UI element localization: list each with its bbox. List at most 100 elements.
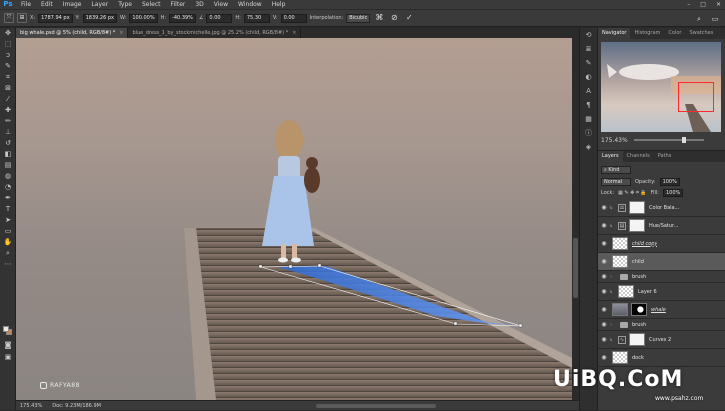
- search-icon[interactable]: ⌕: [693, 13, 705, 25]
- quick-select-tool-icon[interactable]: ✎: [1, 61, 15, 72]
- workspace-icon[interactable]: ▭: [709, 13, 721, 25]
- layer-kind-filter[interactable]: ⌕ Kind: [601, 166, 631, 174]
- tab-color[interactable]: Color: [664, 28, 685, 39]
- navigator-thumbnail[interactable]: [601, 42, 721, 132]
- height-field[interactable]: -40.39%: [169, 13, 196, 23]
- tab-navigator[interactable]: Navigator: [598, 28, 631, 39]
- eraser-tool-icon[interactable]: ◧: [1, 149, 15, 160]
- hand-tool-icon[interactable]: ✋: [1, 237, 15, 248]
- character-icon[interactable]: A: [580, 84, 597, 98]
- interpolation-select[interactable]: Bicubic: [346, 13, 371, 23]
- dodge-tool-icon[interactable]: ◔: [1, 182, 15, 193]
- vskew-field[interactable]: 0.00: [280, 13, 307, 23]
- crop-tool-icon[interactable]: ⌗: [1, 72, 15, 83]
- layer-row[interactable]: ◉ ↳ ∿ Curves 2: [598, 331, 725, 349]
- layer-thumbnail[interactable]: [612, 351, 628, 364]
- menu-window[interactable]: Window: [233, 0, 267, 9]
- warp-icon[interactable]: ⌘: [373, 12, 385, 24]
- lasso-tool-icon[interactable]: ↄ: [1, 50, 15, 61]
- menu-type[interactable]: Type: [113, 0, 137, 9]
- layer-thumbnail[interactable]: [612, 255, 628, 268]
- layer-group-row[interactable]: ◉ › brush: [598, 319, 725, 331]
- eyedropper-tool-icon[interactable]: ⁄: [1, 94, 15, 105]
- brush-settings-icon[interactable]: ✎: [580, 56, 597, 70]
- paragraph-icon[interactable]: ¶: [580, 98, 597, 112]
- history-icon[interactable]: ⟲: [580, 28, 597, 42]
- menu-image[interactable]: Image: [58, 0, 87, 9]
- chevron-right-icon[interactable]: ›: [610, 274, 616, 280]
- menu-view[interactable]: View: [209, 0, 233, 9]
- move-tool-icon[interactable]: ✥: [1, 28, 15, 39]
- x-field[interactable]: 1787.94 px: [38, 13, 73, 23]
- eye-icon[interactable]: ◉: [600, 336, 608, 343]
- cancel-icon[interactable]: ⊘: [388, 12, 400, 24]
- menu-help[interactable]: Help: [267, 0, 291, 9]
- eye-icon[interactable]: ◉: [600, 354, 608, 361]
- doc-tab-big-whale[interactable]: big whale.psd @ 5% (child, RGB/8#) * ×: [16, 28, 129, 38]
- reference-point-icon[interactable]: ⊞: [17, 13, 27, 23]
- commit-check-icon[interactable]: ✓: [403, 12, 415, 24]
- marquee-tool-icon[interactable]: ⬚: [1, 39, 15, 50]
- tab-histogram[interactable]: Histogram: [630, 28, 664, 39]
- layer-row[interactable]: ◉ child copy: [598, 235, 725, 253]
- horizontal-scroll-thumb[interactable]: [316, 404, 436, 408]
- navigator-zoom-value[interactable]: 175.43%: [601, 137, 628, 144]
- eye-icon[interactable]: ◉: [600, 204, 608, 211]
- layer-thumbnail[interactable]: [612, 303, 628, 316]
- document-canvas[interactable]: RAFYA88: [16, 38, 572, 400]
- minimize-button[interactable]: –: [687, 0, 690, 9]
- eye-icon[interactable]: ◉: [600, 321, 608, 328]
- vertical-scroll-thumb[interactable]: [573, 238, 578, 298]
- history-brush-tool-icon[interactable]: ↺: [1, 138, 15, 149]
- gradient-tool-icon[interactable]: ▤: [1, 160, 15, 171]
- pen-tool-icon[interactable]: ✒: [1, 193, 15, 204]
- opacity-field[interactable]: 100%: [659, 178, 680, 186]
- close-icon[interactable]: ×: [119, 28, 123, 38]
- layer-row[interactable]: ◉ ↳ Layer 6: [598, 283, 725, 301]
- close-icon[interactable]: ×: [292, 28, 296, 38]
- eye-icon[interactable]: ◉: [600, 258, 608, 265]
- adjustments-icon[interactable]: ◐: [580, 70, 597, 84]
- info-icon[interactable]: ⓘ: [580, 126, 597, 140]
- angle-field[interactable]: 0.00: [206, 13, 233, 23]
- properties-icon[interactable]: ≣: [580, 42, 597, 56]
- blur-tool-icon[interactable]: ◍: [1, 171, 15, 182]
- blend-mode-select[interactable]: Normal: [601, 178, 631, 186]
- tab-layers[interactable]: Layers: [598, 151, 623, 162]
- type-tool-icon[interactable]: T: [1, 204, 15, 215]
- layer-row[interactable]: ◉ whale: [598, 301, 725, 319]
- width-field[interactable]: 100.00%: [129, 13, 158, 23]
- more-tools-icon[interactable]: ⋯: [1, 259, 15, 270]
- eye-icon[interactable]: ◉: [600, 273, 608, 280]
- layer-row[interactable]: ◉ dock: [598, 349, 725, 367]
- libraries-icon[interactable]: ▦: [580, 112, 597, 126]
- layer-row[interactable]: ◉ ↳ ▤ Hue/Satur...: [598, 217, 725, 235]
- eye-icon[interactable]: ◉: [600, 222, 608, 229]
- layer-thumbnail[interactable]: [618, 285, 634, 298]
- layer-row[interactable]: ◉ child: [598, 253, 725, 271]
- navigator-view-box[interactable]: [678, 82, 714, 112]
- shape-tool-icon[interactable]: ▭: [1, 226, 15, 237]
- fill-field[interactable]: 100%: [662, 189, 684, 197]
- eye-icon[interactable]: ◉: [600, 240, 608, 247]
- clone-stamp-tool-icon[interactable]: ⊥: [1, 127, 15, 138]
- screen-mode-icon[interactable]: ▣: [1, 352, 15, 363]
- maximize-button[interactable]: □: [700, 0, 706, 9]
- menu-edit[interactable]: Edit: [36, 0, 58, 9]
- menu-3d[interactable]: 3D: [190, 0, 208, 9]
- eye-icon[interactable]: ◉: [600, 288, 608, 295]
- tab-channels[interactable]: Channels: [623, 151, 654, 162]
- path-select-tool-icon[interactable]: ➤: [1, 215, 15, 226]
- layer-mask-thumbnail[interactable]: [629, 219, 645, 232]
- tab-swatches[interactable]: Swatches: [685, 28, 717, 39]
- quick-mask-icon[interactable]: ◙: [1, 340, 15, 351]
- lock-icons[interactable]: ▦ ✎ ✥ ⌗ 🔒: [618, 190, 647, 196]
- menu-select[interactable]: Select: [137, 0, 166, 9]
- transform-tool-icon[interactable]: ⤧: [4, 13, 14, 23]
- menu-layer[interactable]: Layer: [86, 0, 113, 9]
- zoom-level[interactable]: 175.43%: [20, 403, 42, 409]
- menu-filter[interactable]: Filter: [166, 0, 191, 9]
- zoom-tool-icon[interactable]: ⌕: [1, 248, 15, 259]
- eye-icon[interactable]: ◉: [600, 306, 608, 313]
- layer-thumbnail[interactable]: [612, 237, 628, 250]
